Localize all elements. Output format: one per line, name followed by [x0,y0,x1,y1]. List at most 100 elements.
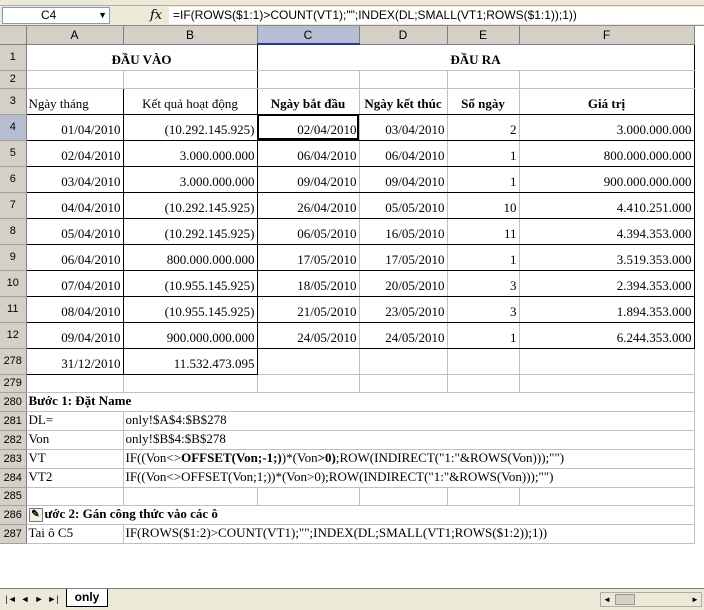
column-header-c[interactable]: C [257,26,360,45]
cell-end-date[interactable]: 24/05/2010 [359,322,448,349]
cell-name-label[interactable]: Von [26,430,124,450]
cell-days[interactable]: 11 [447,218,520,245]
cell-start-date[interactable]: 26/04/2010 [257,192,360,219]
cell[interactable] [123,70,258,89]
cell-result[interactable]: 3.000.000.000 [123,166,258,193]
cell-formula-vt[interactable]: IF((Von<>OFFSET(Von;-1;))*(Von>0);ROW(IN… [123,449,695,469]
cell[interactable] [359,487,448,506]
header-ngay-thang[interactable]: Ngày tháng [25,87,124,115]
cell-name-label[interactable]: VT [26,449,124,469]
cell-value[interactable]: 6.244.353.000 [519,322,695,349]
cell-days[interactable]: 1 [447,166,520,193]
column-header-d[interactable]: D [359,26,448,45]
cell-end-date[interactable]: 17/05/2010 [359,244,448,271]
cell-date[interactable]: 07/04/2010 [25,270,124,297]
row-header[interactable]: 287 [0,524,27,544]
cell-formula-vt2[interactable]: IF((Von<>OFFSET(Von;1;))*(Von>0);ROW(IND… [123,468,695,488]
cell-date[interactable]: 04/04/2010 [25,192,124,219]
cell-days[interactable]: 3 [447,270,520,297]
cell-days[interactable]: 1 [447,140,520,167]
scroll-thumb[interactable] [615,594,635,605]
cell[interactable] [359,374,448,393]
row-header[interactable]: 283 [0,449,27,469]
cell-name-ref[interactable]: only!$B$4:$B$278 [123,430,695,450]
cell-days[interactable]: 1 [447,322,520,349]
horizontal-scrollbar[interactable]: ◄ ► [600,592,702,607]
row-header[interactable]: 281 [0,411,27,431]
cell[interactable] [447,487,520,506]
cell-end-date[interactable]: 23/05/2010 [359,296,448,323]
cell-date[interactable]: 31/12/2010 [25,348,124,375]
row-header[interactable]: 4 [0,114,27,141]
row-header[interactable]: 2 [0,70,27,89]
row-header[interactable]: 282 [0,430,27,450]
last-sheet-icon[interactable]: ►| [46,592,60,606]
input-section-title[interactable]: ĐẦU VÀO [25,43,258,71]
cell-start-date[interactable]: 21/05/2010 [257,296,360,323]
output-section-title[interactable]: ĐẦU RA [257,43,695,71]
cell-value[interactable]: 800.000.000.000 [519,140,695,167]
cell[interactable] [257,487,360,506]
row-header[interactable]: 7 [0,192,27,219]
fx-icon[interactable]: fx [150,7,162,24]
cell-days[interactable]: 10 [447,192,520,219]
cell-start-date[interactable]: 06/05/2010 [257,218,360,245]
cell-result[interactable]: 800.000.000.000 [123,244,258,271]
cell-name-label[interactable]: VT2 [26,468,124,488]
cell[interactable] [359,348,448,375]
cell-value[interactable]: 2.394.353.000 [519,270,695,297]
cell[interactable] [26,374,124,393]
cell[interactable] [257,374,360,393]
cell-value[interactable]: 3.000.000.000 [519,114,695,141]
cell-start-date[interactable]: 06/04/2010 [257,140,360,167]
next-sheet-icon[interactable]: ► [32,592,46,606]
row-header[interactable]: 1 [0,44,27,71]
cell-result[interactable]: (10.292.145.925) [123,218,258,245]
cell[interactable] [519,487,695,506]
cell-label[interactable]: Tai ô C5 [26,524,124,544]
cell-result[interactable]: 3.000.000.000 [123,140,258,167]
cell-days[interactable]: 3 [447,296,520,323]
row-header[interactable]: 9 [0,244,27,271]
cell-date[interactable]: 05/04/2010 [25,218,124,245]
cell[interactable] [26,487,124,506]
row-header[interactable]: 3 [0,88,27,115]
step1-heading[interactable]: Bước 1: Đặt Name [26,392,695,412]
cell-days[interactable]: 1 [447,244,520,271]
scroll-left-icon[interactable]: ◄ [601,593,613,606]
cell-value[interactable]: 4.394.353.000 [519,218,695,245]
cell[interactable] [25,70,124,89]
cell-value[interactable]: 1.894.353.000 [519,296,695,323]
step2-heading[interactable]: ✎ ước 2: Gán công thức vào các ô [26,505,695,525]
cell-result[interactable]: (10.955.145.925) [123,296,258,323]
name-box[interactable]: C4 ▼ [2,7,110,24]
row-header[interactable]: 284 [0,468,27,488]
cell[interactable] [519,348,695,375]
row-header[interactable]: 11 [0,296,27,323]
cell[interactable] [447,70,520,89]
row-header[interactable]: 285 [0,487,27,506]
cell-date[interactable]: 06/04/2010 [25,244,124,271]
cell-end-date[interactable]: 09/04/2010 [359,166,448,193]
first-sheet-icon[interactable]: |◄ [4,592,18,606]
cell-result[interactable]: (10.292.145.925) [123,192,258,219]
row-header[interactable]: 8 [0,218,27,245]
cell-date[interactable]: 03/04/2010 [25,166,124,193]
cell-value[interactable]: 900.000.000.000 [519,166,695,193]
cell-start-date[interactable]: 09/04/2010 [257,166,360,193]
cell[interactable] [359,70,448,89]
cell-end-date[interactable]: 16/05/2010 [359,218,448,245]
cell-result[interactable]: 900.000.000.000 [123,322,258,349]
column-header-e[interactable]: E [447,26,520,45]
cell-value[interactable]: 4.410.251.000 [519,192,695,219]
cell-start-date[interactable]: 24/05/2010 [257,322,360,349]
cell-end-date[interactable]: 06/04/2010 [359,140,448,167]
worksheet-grid[interactable]: A B C D E F 1 ĐẦU VÀO ĐẦU RA 2 3 Ngày th… [0,26,704,588]
select-all-corner[interactable] [0,26,27,45]
header-ngay-ket-thuc[interactable]: Ngày kết thúc [359,87,448,115]
cell[interactable] [123,487,258,506]
cell-end-date[interactable]: 05/05/2010 [359,192,448,219]
cell[interactable] [447,374,520,393]
row-header[interactable]: 10 [0,270,27,297]
row-header[interactable]: 286 [0,505,27,525]
